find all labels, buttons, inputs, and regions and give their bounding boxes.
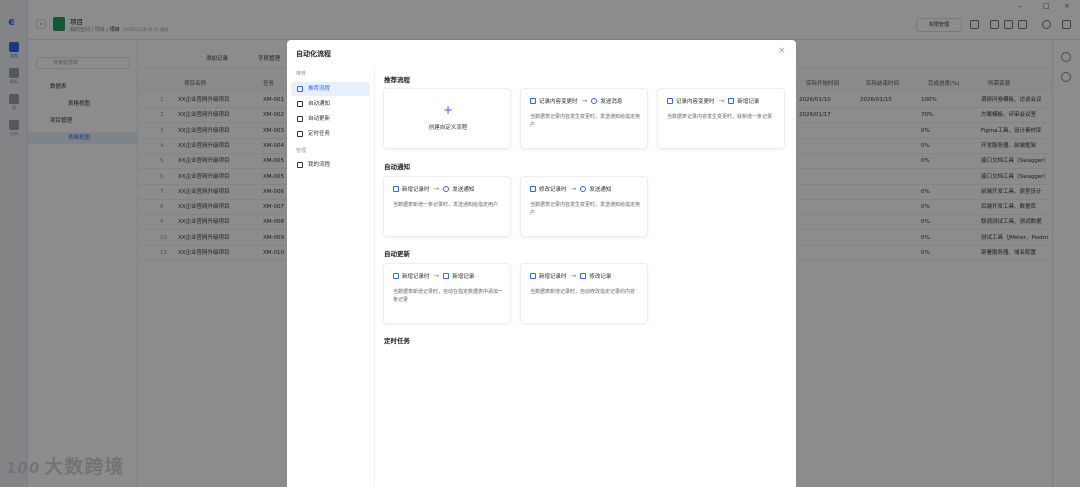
card-trigger-row: 新增记录时 → 发送通知 — [393, 185, 474, 193]
refresh-icon — [297, 116, 303, 122]
nav-item-auto-notify[interactable]: 自动通知 — [291, 97, 370, 111]
flow-template-card[interactable]: 修改记录时 → 发送通知 当数据表记录内容发生变更时，发送通知给指定用户 — [520, 176, 648, 237]
action-label: 新增记录 — [737, 99, 760, 105]
action-label: 发送通知 — [589, 187, 612, 193]
card-trigger-row: 新增记录时 → 修改记录 — [530, 272, 611, 280]
bell-icon — [297, 101, 303, 107]
nav-item-scheduled-tasks[interactable]: 定时任务 — [291, 127, 370, 141]
nav-group-label: 推荐 — [296, 71, 307, 77]
trigger-label: 修改记录时 — [539, 187, 567, 193]
edit-icon — [580, 273, 587, 279]
flow-template-card[interactable]: 新增记录时 → 新增记录 当数据表新增记录时，自动在指定数据表中添加一条记录 — [383, 263, 511, 324]
edit-icon — [530, 186, 536, 192]
nav-item-auto-update[interactable]: 自动更新 — [291, 112, 370, 126]
add-record-icon — [443, 273, 450, 279]
flow-template-card[interactable]: 新增记录时 → 修改记录 当数据表新增记录时，自动修改指定记录的内容 — [520, 263, 648, 324]
card-description: 当数据表新增一条记录时，发送通知给指定用户 — [393, 202, 499, 208]
action-label: 发送消息 — [600, 99, 623, 105]
arrow-right-icon: → — [433, 185, 440, 193]
create-custom-flow-card[interactable]: + 创建自定义流程 — [383, 88, 511, 149]
card-description: 当数据表记录内容发生变更时，发送通知给指定用户 — [530, 202, 641, 216]
nav-item-label: 自动更新 — [308, 116, 331, 122]
nav-item-label: 推荐流程 — [308, 86, 331, 92]
trigger-label: 新增记录时 — [539, 274, 567, 280]
arrow-right-icon: → — [581, 97, 588, 105]
plus-icon: + — [442, 103, 454, 117]
flow-template-card[interactable]: 记录内容变更时 → 发送消息 当数据表记录内容发生变更时，发送通知给指定用户 — [520, 88, 648, 149]
nav-item-recommended-flows[interactable]: 推荐流程 — [291, 82, 370, 96]
action-label: 发送通知 — [452, 187, 475, 193]
add-record-icon — [393, 186, 399, 192]
bell-icon — [443, 186, 450, 192]
arrow-right-icon: → — [570, 272, 577, 280]
automation-modal: 自动化流程 × 推荐 推荐流程 自动通知 自动更新 定时任务 管理 我的流程 推… — [287, 40, 796, 487]
card-trigger-row: 新增记录时 → 新增记录 — [393, 272, 474, 280]
my-flow-icon — [297, 162, 303, 168]
action-label: 修改记录 — [589, 274, 612, 280]
modal-nav: 推荐 推荐流程 自动通知 自动更新 定时任务 管理 我的流程 — [287, 66, 375, 487]
action-label: 新增记录 — [452, 274, 475, 280]
card-trigger-row: 记录内容变更时 → 新增记录 — [667, 97, 759, 105]
card-description: 当数据表记录内容发生变更时，就新增一条记录 — [667, 114, 773, 120]
flow-template-card[interactable]: 新增记录时 → 发送通知 当数据表新增一条记录时，发送通知给指定用户 — [383, 176, 511, 237]
flow-icon — [297, 86, 303, 92]
arrow-right-icon: → — [570, 185, 577, 193]
flow-template-card[interactable]: 记录内容变更时 → 新增记录 当数据表记录内容发生变更时，就新增一条记录 — [657, 88, 785, 149]
trigger-label: 记录内容变更时 — [676, 99, 715, 105]
add-record-icon — [728, 98, 735, 104]
arrow-right-icon: → — [433, 272, 440, 280]
trigger-label: 新增记录时 — [402, 274, 430, 280]
edit-icon — [667, 98, 673, 104]
add-record-icon — [530, 273, 536, 279]
card-description: 当数据表新增记录时，自动修改指定记录的内容 — [530, 289, 636, 295]
clock-icon — [297, 131, 303, 137]
trigger-label: 记录内容变更时 — [539, 99, 578, 105]
bell-icon — [580, 186, 587, 192]
card-description: 当数据表记录内容发生变更时，发送通知给指定用户 — [530, 114, 641, 128]
nav-item-label: 自动通知 — [308, 101, 331, 107]
add-record-icon — [393, 273, 399, 279]
nav-group-label: 管理 — [296, 148, 307, 154]
trigger-label: 新增记录时 — [402, 187, 430, 193]
section-title: 定时任务 — [384, 337, 410, 345]
nav-item-label: 定时任务 — [308, 131, 331, 137]
edit-icon — [530, 98, 536, 104]
section-title: 自动通知 — [384, 163, 410, 171]
close-icon[interactable]: × — [778, 46, 786, 56]
card-description: 当数据表新增记录时，自动在指定数据表中添加一条记录 — [393, 289, 504, 303]
section-title: 推荐流程 — [384, 76, 410, 84]
arrow-right-icon: → — [718, 97, 725, 105]
nav-item-my-flows[interactable]: 我的流程 — [291, 158, 370, 172]
section-title: 自动更新 — [384, 250, 410, 258]
create-flow-label: 创建自定义流程 — [428, 125, 468, 131]
card-trigger-row: 修改记录时 → 发送通知 — [530, 185, 611, 193]
nav-item-label: 我的流程 — [308, 162, 331, 168]
modal-title: 自动化流程 — [296, 50, 331, 58]
card-trigger-row: 记录内容变更时 → 发送消息 — [530, 97, 622, 105]
bell-icon — [591, 98, 598, 104]
